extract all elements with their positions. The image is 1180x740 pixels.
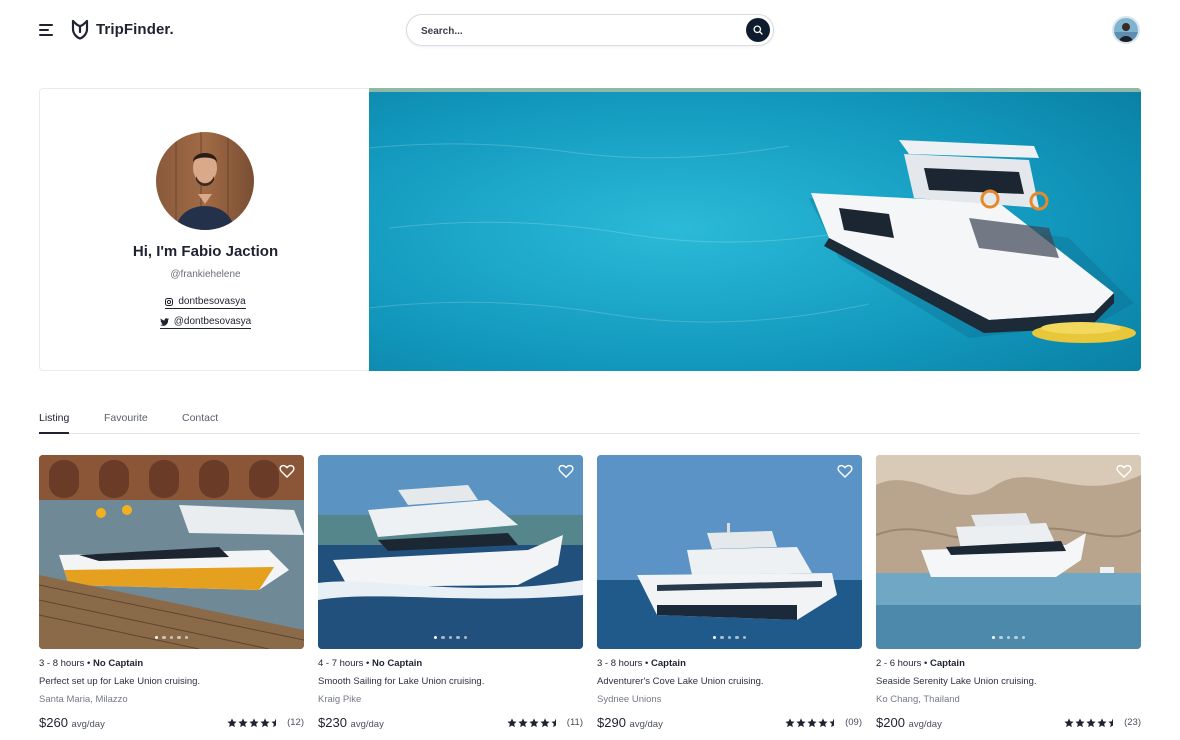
listing-meta: 3 - 8 hours • Captain	[597, 658, 686, 669]
review-count: (12)	[287, 717, 304, 728]
carousel-dots[interactable]	[318, 635, 583, 639]
listing-location: Ko Chang, Thailand	[876, 694, 960, 705]
listing-card[interactable]: 4 - 7 hours • No Captain Smooth Sailing …	[318, 455, 583, 735]
listing-title[interactable]: Smooth Sailing for Lake Union cruising.	[318, 676, 484, 687]
star-icon	[818, 717, 828, 727]
instagram-link[interactable]: dontbesovasya	[165, 296, 246, 309]
profile-name: Hi, I'm Fabio Jaction	[132, 243, 279, 260]
top-header: TripFinder.	[0, 0, 1180, 60]
star-icon	[1097, 717, 1107, 727]
star-icon	[227, 717, 237, 727]
star-icon	[260, 717, 270, 727]
shield-logo-icon	[71, 19, 89, 40]
listing-image[interactable]	[876, 455, 1141, 649]
carousel-dots[interactable]	[39, 635, 304, 639]
review-count: (09)	[845, 717, 862, 728]
star-icon	[551, 717, 556, 727]
listing-card[interactable]: 3 - 8 hours • No Captain Perfect set up …	[39, 455, 304, 735]
tab-listing[interactable]: Listing	[39, 412, 69, 424]
twitter-handle: @dontbesovasya	[173, 316, 252, 327]
listing-meta: 2 - 6 hours • Captain	[876, 658, 965, 669]
heart-icon[interactable]	[837, 463, 853, 479]
user-avatar[interactable]	[1112, 16, 1140, 44]
heart-icon[interactable]	[279, 463, 295, 479]
listing-rating: (12)	[227, 717, 304, 728]
star-icon	[529, 717, 539, 727]
listing-price: $290 avg/day	[597, 715, 663, 730]
profile-photo	[156, 132, 254, 230]
star-icon	[238, 717, 248, 727]
tab-favourite[interactable]: Favourite	[104, 412, 148, 424]
listing-location: Sydnee Unions	[597, 694, 662, 705]
listing-title[interactable]: Seaside Serenity Lake Union cruising.	[876, 676, 1037, 687]
listing-title[interactable]: Perfect set up for Lake Union cruising.	[39, 676, 200, 687]
star-icon	[1064, 717, 1074, 727]
listing-image[interactable]	[318, 455, 583, 649]
star-rating-icon	[227, 717, 281, 728]
hamburger-menu-icon[interactable]	[39, 24, 55, 36]
star-icon	[271, 717, 277, 727]
tab-contact[interactable]: Contact	[182, 412, 218, 424]
review-count: (23)	[1124, 717, 1141, 728]
listing-rating: (09)	[785, 717, 862, 728]
listing-card[interactable]: 2 - 6 hours • Captain Seaside Serenity L…	[876, 455, 1141, 735]
star-rating-icon	[785, 717, 839, 728]
star-icon	[518, 717, 528, 727]
listing-image[interactable]	[39, 455, 304, 649]
listing-image[interactable]	[597, 455, 862, 649]
twitter-icon	[159, 317, 169, 326]
brand-name: TripFinder.	[96, 20, 174, 38]
search-icon	[753, 25, 763, 35]
search-bar	[406, 14, 774, 46]
star-icon	[507, 717, 517, 727]
star-icon	[540, 717, 550, 727]
twitter-link[interactable]: @dontbesovasya	[159, 316, 252, 329]
listing-location: Kraig Pike	[318, 694, 362, 705]
carousel-dots[interactable]	[876, 635, 1141, 639]
search-input[interactable]	[421, 21, 731, 41]
cover-image	[369, 88, 1141, 371]
listing-card[interactable]: 3 - 8 hours • Captain Adventurer's Cove …	[597, 455, 862, 735]
carousel-dots[interactable]	[597, 635, 862, 639]
instagram-icon	[165, 297, 174, 306]
listing-price: $260 avg/day	[39, 715, 105, 730]
heart-icon[interactable]	[558, 463, 574, 479]
star-rating-icon	[1064, 717, 1118, 728]
star-icon	[785, 717, 795, 727]
instagram-handle: dontbesovasya	[178, 296, 246, 307]
search-button[interactable]	[746, 18, 770, 42]
listing-price: $230 avg/day	[318, 715, 384, 730]
listing-rating: (23)	[1064, 717, 1141, 728]
star-icon	[1086, 717, 1096, 727]
profile-handle: @frankiehelene	[170, 269, 241, 280]
active-tab-indicator	[39, 432, 69, 434]
star-icon	[807, 717, 817, 727]
star-icon	[829, 717, 835, 727]
brand-logo[interactable]: TripFinder.	[70, 18, 174, 40]
star-icon	[1108, 717, 1114, 727]
review-count: (11)	[566, 717, 583, 728]
star-rating-icon	[507, 717, 561, 728]
heart-icon[interactable]	[1116, 463, 1132, 479]
instagram-row: dontbesovasya	[40, 296, 371, 309]
listing-meta: 3 - 8 hours • No Captain	[39, 658, 144, 669]
listing-rating: (11)	[507, 717, 583, 728]
star-icon	[249, 717, 259, 727]
twitter-row: @dontbesovasya	[40, 316, 371, 329]
listing-title[interactable]: Adventurer's Cove Lake Union cruising.	[597, 676, 764, 687]
avatar-image	[1114, 18, 1138, 42]
profile-tabs: Listing Favourite Contact	[39, 406, 1140, 434]
star-icon	[1075, 717, 1085, 727]
profile-card: Hi, I'm Fabio Jaction @frankiehelene don…	[39, 88, 370, 371]
listing-price: $200 avg/day	[876, 715, 942, 730]
listing-location: Santa Maria, Milazzo	[39, 694, 128, 705]
star-icon	[796, 717, 806, 727]
listing-meta: 4 - 7 hours • No Captain	[318, 658, 423, 669]
